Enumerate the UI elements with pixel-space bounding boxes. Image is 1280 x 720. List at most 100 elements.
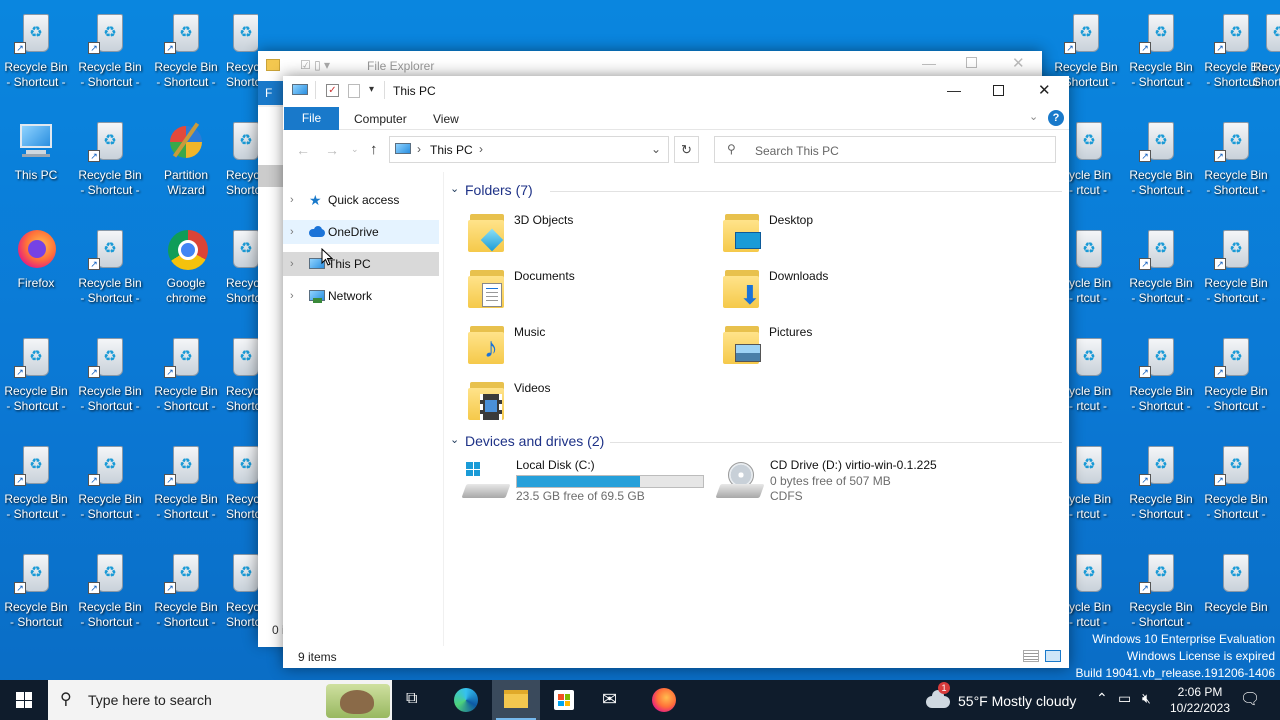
minimize-icon[interactable]: — <box>922 55 936 71</box>
properties-icon[interactable]: ✓ <box>326 84 339 97</box>
close-icon[interactable]: ✕ <box>1012 54 1025 72</box>
desktop-icon-recycle-bin[interactable]: Recycle Bin <box>1201 544 1271 615</box>
folder-downloads[interactable]: ⬇ Downloads <box>721 264 956 312</box>
back-file-tab[interactable]: F <box>258 81 284 105</box>
desktop-icon-partial[interactable]: Recycl Shortc <box>226 4 258 90</box>
tab-computer[interactable]: Computer <box>354 112 407 126</box>
chevron-down-icon[interactable]: ⌄ <box>450 182 459 195</box>
desktop-icon-partial[interactable]: ycle Bin - rtcut - ... <box>1069 112 1117 198</box>
desktop-icon-recycle-shortcut[interactable]: ↗ Recycle Bin - Shortcut - ... <box>1 4 71 90</box>
desktop-icon-recycle-shortcut[interactable]: ↗ Recycle Bin - Shortcut - ... <box>151 328 221 414</box>
desktop-icon-recycle-shortcut[interactable]: ↗ Recycle Bin - Shortcut - ... <box>1201 436 1271 522</box>
mail-icon[interactable]: ✉ <box>602 689 617 710</box>
edge-icon[interactable] <box>454 688 478 712</box>
desktop-icon-recycle-shortcut[interactable]: ↗ Recycle Bin - Shortcut - ... <box>1126 328 1196 414</box>
drive-cd-d[interactable]: CD Drive (D:) virtio-win-0.1.225 0 bytes… <box>715 458 1006 508</box>
address-bar[interactable]: › This PC › ⌄ <box>389 136 669 163</box>
chevron-right-icon[interactable]: › <box>290 284 294 308</box>
desktop-icon-chrome[interactable]: Google chrome (... <box>151 220 221 306</box>
desktop-icon-recycle-shortcut[interactable]: ↗ Recycle Bin - Shortcut - ... <box>1201 328 1271 414</box>
taskbar-file-explorer[interactable] <box>492 680 540 720</box>
details-view-icon[interactable] <box>1023 650 1039 662</box>
desktop-icon-partial[interactable]: Recy Shortcu <box>1253 4 1280 90</box>
maximize-icon[interactable] <box>993 85 1004 96</box>
desktop-icon-recycle-shortcut[interactable]: ↗ Recycle Bin - Shortcut - ... <box>1201 112 1271 198</box>
desktop-icon-recycle-shortcut[interactable]: ↗ Recycle Bin - Shortcut - ... <box>1201 220 1271 306</box>
breadcrumb-chevron-icon[interactable]: › <box>479 142 483 156</box>
store-icon[interactable] <box>554 690 574 710</box>
desktop-icon-recycle-shortcut[interactable]: ↗ Recycle Bin - Shortcut - ... <box>1126 436 1196 522</box>
desktop-icon-partial[interactable]: ycle Bin - rtcut - ... <box>1069 328 1117 414</box>
desktop-icon-recycle-shortcut[interactable]: ↗ Recycle Bin - Shortcut - ... <box>1126 112 1196 198</box>
taskbar-search-box[interactable]: ⚲ Type here to search <box>48 680 392 720</box>
clock[interactable]: 2:06 PM 10/22/2023 <box>1168 684 1232 716</box>
desktop-icon-recycle-shortcut[interactable]: ↗ Recycle Bin - Shortcut - ... <box>75 436 145 522</box>
weather-text[interactable]: 55°F Mostly cloudy <box>958 693 1076 709</box>
up-arrow-icon[interactable]: ↑ <box>370 141 378 158</box>
desktop-icon-recycle-shortcut[interactable]: ↗ Recycle Bin - Shortcut - ... <box>75 4 145 90</box>
desktop-icon-recycle-shortcut[interactable]: ↗ Recycle Bin - Shortcut - ... <box>1126 4 1196 90</box>
maximize-icon[interactable] <box>966 57 977 68</box>
refresh-icon[interactable]: ↻ <box>674 136 699 163</box>
weather-icon[interactable]: 1 <box>926 682 950 710</box>
title-bar[interactable]: ✓ ▾ This PC — ✕ <box>283 76 1069 107</box>
chevron-right-icon[interactable]: › <box>290 252 294 276</box>
close-icon[interactable]: ✕ <box>1038 81 1051 99</box>
recent-locations-icon[interactable]: ⌄ <box>351 144 359 155</box>
desktop-icon-recycle-shortcut[interactable]: ↗ Recycle Bin - Shortcut - ... <box>151 544 221 630</box>
folder-videos[interactable]: Videos <box>466 376 701 424</box>
chevron-right-icon[interactable]: › <box>290 188 294 212</box>
desktop-icon-recycle-shortcut[interactable]: ↗ Recycle Bin - Shortcut <box>1 544 71 630</box>
desktop-icon-partial[interactable]: ycle Bin - rtcut - ... <box>1069 436 1117 522</box>
large-icons-view-icon[interactable] <box>1045 650 1061 662</box>
desktop-icon-partial[interactable]: ycle Bin - rtcut - ... <box>1069 220 1117 306</box>
desktop-icon-partial[interactable]: Recycl Shortc <box>226 544 258 630</box>
help-icon[interactable]: ? <box>1048 110 1064 126</box>
desktop-icon-partial[interactable]: Recycl Shortc <box>226 112 258 198</box>
chevron-down-icon[interactable]: ⌄ <box>450 433 459 446</box>
forward-arrow-icon[interactable]: → <box>325 142 339 158</box>
back-arrow-icon[interactable]: ← <box>296 142 310 158</box>
nav-item-network[interactable]: › Network <box>283 284 439 308</box>
tab-view[interactable]: View <box>433 112 459 126</box>
nav-item-this-pc[interactable]: › This PC <box>283 252 439 276</box>
start-button[interactable] <box>0 680 48 720</box>
network-icon[interactable]: ▭ <box>1118 690 1131 707</box>
desktop-icon-recycle-shortcut[interactable]: ↗ Recycle Bin - Shortcut - ... <box>1 328 71 414</box>
search-box[interactable]: ⚲ Search This PC <box>714 136 1056 163</box>
minimize-icon[interactable]: — <box>947 82 961 98</box>
desktop-icon-partial[interactable]: Recycl Shortc <box>226 328 258 414</box>
new-folder-icon[interactable] <box>348 84 360 98</box>
tab-file[interactable]: File <box>284 107 339 130</box>
desktop-icon-recycle-shortcut[interactable]: ↗ Recycle Bin - Shortcut - ... <box>151 4 221 90</box>
desktop-icon-recycle-shortcut[interactable]: ↗ Recycle Bin - Shortcut - ... <box>1 436 71 522</box>
nav-item-onedrive[interactable]: › OneDrive <box>283 220 439 244</box>
desktop-icon-partial[interactable]: ycle Bin - rtcut - ... <box>1069 544 1117 630</box>
folder-desktop[interactable]: Desktop <box>721 208 956 256</box>
desktop-icon-recycle-shortcut[interactable]: ↗ Recycle Bin - Shortcut - ... <box>151 436 221 522</box>
file-explorer-window[interactable]: ✓ ▾ This PC — ✕ File Computer View ⌄ ? ←… <box>283 76 1069 668</box>
devices-group-header[interactable]: ⌄ Devices and drives (2) <box>450 433 1062 451</box>
search-placeholder[interactable]: Search This PC <box>755 144 839 158</box>
folder-pictures[interactable]: Pictures <box>721 320 956 368</box>
breadcrumb-chevron-icon[interactable]: › <box>417 142 421 156</box>
show-hidden-icons-icon[interactable]: ⌃ <box>1096 690 1108 707</box>
desktop-icon-firefox[interactable]: Firefox <box>1 220 71 291</box>
desktop-icon-recycle-shortcut[interactable]: ↗ Recycle Bin - Shortcut - ... <box>75 112 145 198</box>
notifications-icon[interactable]: 🗨︎ <box>1240 689 1260 709</box>
qat-dropdown-icon[interactable]: ▾ <box>369 84 374 95</box>
drive-local-disk-c[interactable]: Local Disk (C:) 23.5 GB free of 69.5 GB <box>461 458 707 508</box>
desktop-icon-partial[interactable]: Recycl Shortc <box>226 220 258 306</box>
firefox-icon[interactable] <box>652 688 676 712</box>
desktop-icon-this-pc[interactable]: This PC <box>1 112 71 183</box>
desktop-icon-recycle-shortcut[interactable]: ↗ Recycle Bin - Shortcut - ... <box>1126 544 1196 630</box>
folders-group-header[interactable]: ⌄ Folders (7) <box>450 182 1062 200</box>
volume-muted-icon[interactable]: 🔇︎ <box>1142 690 1151 707</box>
folder-music[interactable]: ♪ Music <box>466 320 701 368</box>
expand-ribbon-icon[interactable]: ⌄ <box>1029 110 1038 123</box>
address-dropdown-icon[interactable]: ⌄ <box>651 142 661 156</box>
desktop-icon-recycle-shortcut[interactable]: ↗ Recycle Bin - Shortcut - ... <box>1126 220 1196 306</box>
nav-item-quick-access[interactable]: › ★ Quick access <box>283 188 439 212</box>
desktop-icon-recycle-shortcut[interactable]: ↗ Recycle Bin - Shortcut - ... <box>75 220 145 306</box>
folder-documents[interactable]: Documents <box>466 264 701 312</box>
